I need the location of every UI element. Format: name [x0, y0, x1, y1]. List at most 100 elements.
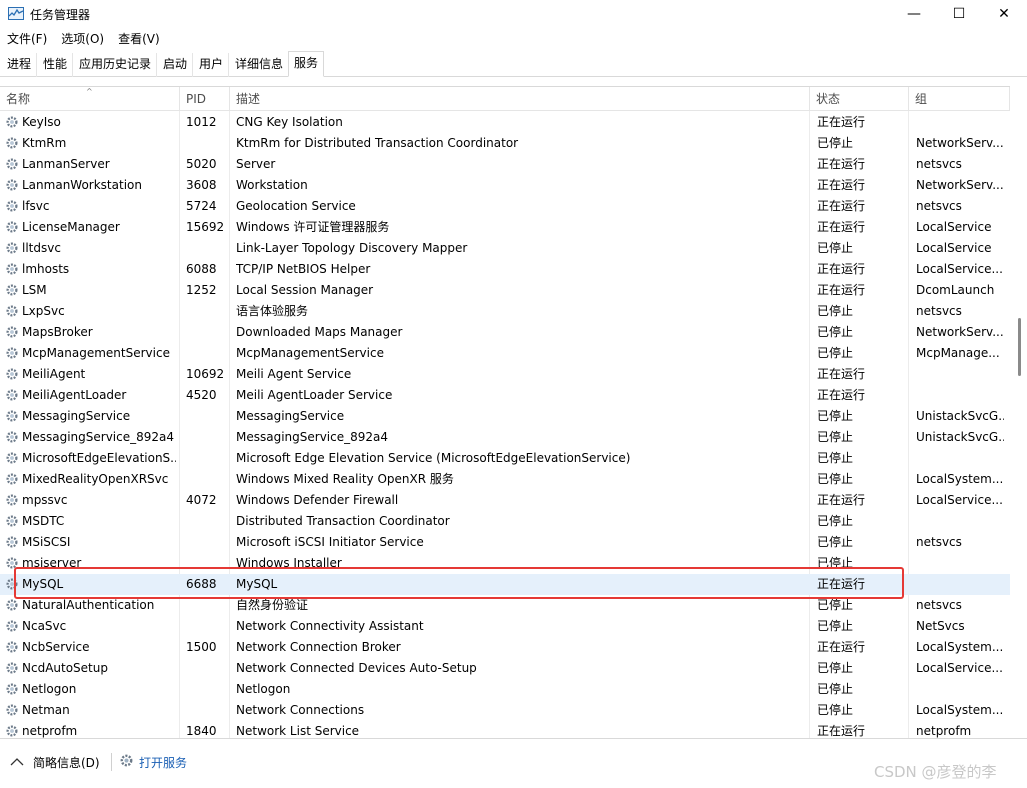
table-row[interactable]: MixedRealityOpenXRSvc Windows Mixed Reali… [0, 469, 1010, 490]
service-pid: 10692 [186, 367, 225, 381]
service-name: mpssvc [22, 493, 68, 507]
title-bar: 任务管理器 — ☐ ✕ [0, 0, 1027, 28]
table-row[interactable]: MeiliAgent 10692 Meili Agent Service 正在运行 [0, 364, 1010, 385]
table-row[interactable]: Netman Network Connections 已停止 LocalSystem.… [0, 700, 1010, 721]
service-status: 已停止 [817, 556, 854, 570]
service-group: LocalSystem... [916, 640, 1004, 654]
service-pid: 4072 [186, 493, 217, 507]
service-description: Link-Layer Topology Discovery Mapper [236, 241, 468, 255]
table-row[interactable]: MapsBroker Downloaded Maps Manager 已停止 Netw… [0, 322, 1010, 343]
service-pid: 1252 [186, 283, 217, 297]
tab-app-history[interactable]: 应用历史记录 [74, 53, 158, 77]
column-header-description[interactable]: 描述 [230, 87, 810, 111]
service-name: MessagingService [22, 409, 131, 423]
service-group [916, 574, 1004, 595]
service-gear-icon [5, 178, 19, 192]
service-gear-icon [5, 241, 19, 255]
table-row[interactable]: KeyIso 1012 CNG Key Isolation 正在运行 [0, 112, 1010, 133]
tab-startup[interactable]: 启动 [158, 53, 194, 77]
service-pid [186, 700, 230, 721]
column-header-status[interactable]: 状态 [810, 87, 909, 111]
service-description: Geolocation Service [236, 199, 356, 213]
menu-file[interactable]: 文件(F) [0, 28, 54, 50]
table-row[interactable]: NcaSvc Network Connectivity Assistant 已停止 N… [0, 616, 1010, 637]
service-group [916, 511, 1004, 532]
service-description: Network Connection Broker [236, 640, 401, 654]
service-description: Network Connections [236, 703, 365, 717]
table-row[interactable]: LicenseManager 15692 Windows 许可证管理器服务 正在运行 L… [0, 217, 1010, 238]
table-row[interactable]: NcdAutoSetup Network Connected Devices Au… [0, 658, 1010, 679]
menu-view[interactable]: 查看(V) [111, 28, 167, 50]
service-status: 正在运行 [817, 283, 866, 297]
table-row[interactable]: netprofm 1840 Network List Service 正在运行 netp… [0, 721, 1010, 738]
table-row[interactable]: KtmRm KtmRm for Distributed Transaction C… [0, 133, 1010, 154]
column-header-pid[interactable]: PID [180, 87, 230, 111]
close-button[interactable]: ✕ [981, 0, 1027, 28]
table-row[interactable]: MySQL 6688 MySQL 正在运行 [0, 574, 1010, 595]
chevron-up-icon[interactable] [10, 756, 24, 766]
table-row[interactable]: MSiSCSI Microsoft iSCSI Initiator Service… [0, 532, 1010, 553]
minimize-button[interactable]: — [891, 0, 937, 28]
table-row[interactable]: LanmanWorkstation 3608 Workstation 正在运行 Netw… [0, 175, 1010, 196]
service-group: LocalService [916, 241, 992, 255]
service-description: Netlogon [236, 682, 291, 696]
table-row[interactable]: mpssvc 4072 Windows Defender Firewall 正在运行 L… [0, 490, 1010, 511]
service-name: MicrosoftEdgeElevationS... [22, 451, 176, 465]
service-group: LocalService... [916, 493, 1003, 507]
table-row[interactable]: MSDTC Distributed Transaction Coordinator… [0, 511, 1010, 532]
open-services-link[interactable]: 打开服务 [139, 754, 187, 771]
column-header-group[interactable]: 组 [909, 87, 1010, 111]
table-row[interactable]: NcbService 1500 Network Connection Broker 正… [0, 637, 1010, 658]
table-header: ^ 名称 PID 描述 状态 组 [0, 87, 1010, 111]
service-group: McpManage... [916, 346, 1000, 360]
tab-users[interactable]: 用户 [194, 53, 230, 77]
service-gear-icon [5, 661, 19, 675]
fewer-details-button[interactable]: 简略信息(D) [33, 754, 100, 771]
service-status: 正在运行 [817, 115, 866, 129]
tab-performance[interactable]: 性能 [38, 53, 74, 77]
service-name: Netman [22, 703, 70, 717]
table-row[interactable]: lltdsvc Link-Layer Topology Discovery Map… [0, 238, 1010, 259]
window-title: 任务管理器 [30, 8, 91, 22]
table-row[interactable]: MessagingService MessagingService 已停止 Unist… [0, 406, 1010, 427]
scrollbar-thumb[interactable] [1018, 318, 1021, 376]
services-gear-icon[interactable] [119, 753, 134, 768]
tab-services[interactable]: 服务 [288, 51, 325, 77]
tab-processes[interactable]: 进程 [2, 53, 38, 77]
table-row[interactable]: msiserver Windows Installer 已停止 [0, 553, 1010, 574]
vertical-scrollbar[interactable] [1010, 86, 1027, 738]
tab-details[interactable]: 详细信息 [230, 53, 290, 77]
maximize-button[interactable]: ☐ [936, 0, 982, 28]
table-row[interactable]: NaturalAuthentication 自然身份验证 已停止 netsvcs [0, 595, 1010, 616]
service-status: 正在运行 [817, 577, 866, 591]
service-name: LxpSvc [22, 304, 65, 318]
service-name: MixedRealityOpenXRSvc [22, 472, 169, 486]
service-group: LocalService [916, 220, 992, 234]
service-status: 已停止 [817, 472, 854, 486]
service-pid: 5724 [186, 199, 217, 213]
table-row[interactable]: McpManagementService McpManagementService… [0, 343, 1010, 364]
table-row[interactable]: Netlogon Netlogon 已停止 [0, 679, 1010, 700]
service-group: NetworkServ... [916, 178, 1004, 192]
service-description: Windows Installer [236, 556, 342, 570]
tab-bar: 进程 性能 应用历史记录 启动 用户 详细信息 服务 [0, 51, 1027, 77]
table-row[interactable]: LanmanServer 5020 Server 正在运行 netsvcs [0, 154, 1010, 175]
table-row[interactable]: LSM 1252 Local Session Manager 正在运行 DcomLaun… [0, 280, 1010, 301]
table-row[interactable]: MessagingService_892a4 MessagingService_8… [0, 427, 1010, 448]
table-row[interactable]: lmhosts 6088 TCP/IP NetBIOS Helper 正在运行 Loca… [0, 259, 1010, 280]
table-row[interactable]: MicrosoftEdgeElevationS... Microsoft Edge… [0, 448, 1010, 469]
service-status: 已停止 [817, 430, 854, 444]
service-gear-icon [5, 367, 19, 381]
table-row[interactable]: MeiliAgentLoader 4520 Meili AgentLoader Se… [0, 385, 1010, 406]
service-pid: 1840 [186, 724, 217, 738]
service-description: Windows 许可证管理器服务 [236, 220, 390, 234]
table-row[interactable]: lfsvc 5724 Geolocation Service 正在运行 netsvcs [0, 196, 1010, 217]
column-header-name[interactable]: 名称 [0, 87, 180, 111]
table-row[interactable]: LxpSvc 语言体验服务 已停止 netsvcs [0, 301, 1010, 322]
service-description: Local Session Manager [236, 283, 374, 297]
task-manager-icon [8, 7, 24, 20]
service-status: 正在运行 [817, 199, 866, 213]
menu-options[interactable]: 选项(O) [54, 28, 111, 50]
service-status: 已停止 [817, 661, 854, 675]
service-name: LSM [22, 283, 47, 297]
